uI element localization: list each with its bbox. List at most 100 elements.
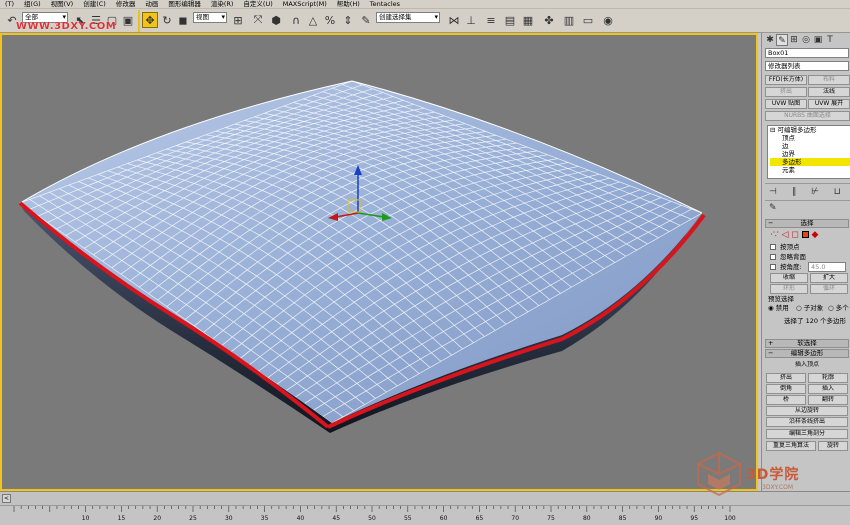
- menu-item-t[interactable]: (T): [0, 0, 19, 9]
- logo-title: 3D学院: [746, 467, 800, 483]
- percent-snap-icon[interactable]: %: [322, 12, 338, 28]
- inset-button[interactable]: 插入: [808, 384, 848, 394]
- subobject-icons[interactable]: ·∵ ◁ ◻ ◆: [770, 231, 818, 240]
- preview-disabled-label: 禁用: [775, 304, 789, 312]
- window-crossing-icon[interactable]: ▣: [120, 12, 136, 28]
- by-vertex-checkbox[interactable]: [770, 244, 776, 250]
- ring-button[interactable]: 环形: [770, 284, 808, 294]
- outline-button[interactable]: 轮廓: [808, 373, 848, 383]
- cloth-button[interactable]: 布料: [808, 75, 850, 85]
- align-icon[interactable]: ⊥: [463, 12, 479, 28]
- snap-toggle-icon[interactable]: ∩: [288, 12, 304, 28]
- display-tab-icon[interactable]: ▣: [812, 34, 824, 46]
- logo-subtitle: 3DXY.COM: [762, 484, 793, 491]
- cube-logo-icon: [697, 451, 741, 496]
- ruler-tick-label: 80: [583, 515, 591, 522]
- menu-item-maxscript[interactable]: MAXScript(M): [278, 0, 332, 9]
- pivot-center-icon[interactable]: ⊞: [230, 12, 246, 28]
- by-angle-label: 按角度:: [780, 263, 802, 271]
- menu-item-animation[interactable]: 动画: [140, 0, 163, 9]
- menu-item-create[interactable]: 创建(C): [78, 0, 111, 9]
- modifier-stack: ⊟ 可编辑多边形 顶点 边 边界 多边形 元素: [767, 125, 850, 179]
- by-angle-checkbox[interactable]: [770, 264, 776, 270]
- insert-vertex-button[interactable]: 插入顶点: [780, 361, 834, 371]
- uvw-map-button[interactable]: UVW 贴图: [765, 99, 807, 109]
- menu-item-graph-editors[interactable]: 图形编辑器: [163, 0, 206, 9]
- stack-item-editable-poly[interactable]: ⊟ 可编辑多边形: [770, 126, 817, 134]
- schematic-view-icon[interactable]: ▦: [520, 12, 536, 28]
- track-bar-ruler: 10 15 20 25 30 35 40 45 50 55 60 65 70 75 80 85 90 95 100: [13, 506, 736, 522]
- motion-tab-icon[interactable]: ◎: [800, 34, 812, 46]
- menu-item-tentacles[interactable]: Tentacles: [365, 0, 405, 9]
- spinner-snap-icon[interactable]: ⇕: [340, 12, 356, 28]
- loop-button[interactable]: 循环: [810, 284, 848, 294]
- modify-tab-icon[interactable]: ✎: [776, 34, 788, 46]
- ruler-tick-label: 90: [655, 515, 663, 522]
- extrude-modifier-button[interactable]: 挤出: [765, 87, 807, 97]
- bridge-button[interactable]: 桥: [766, 395, 806, 405]
- select-manipulate-icon[interactable]: ⤧: [250, 12, 266, 28]
- time-slider-handle[interactable]: <: [2, 494, 11, 503]
- 3dxy-logo: 3D学院 3DXY.COM: [694, 450, 834, 498]
- ruler-tick-label: 35: [261, 515, 269, 522]
- ignore-backface-checkbox[interactable]: [770, 254, 776, 260]
- stack-controls[interactable]: ⊣ ∥ ⊬ ⊔ ✎: [765, 183, 850, 213]
- soft-selection-title: 软选择: [797, 339, 817, 347]
- menu-item-rendering[interactable]: 渲染(R): [206, 0, 239, 9]
- perspective-viewport[interactable]: [0, 33, 758, 491]
- modifier-list-dropdown[interactable]: 修改器列表: [765, 61, 849, 71]
- uvw-unwrap-button[interactable]: UVW 展开: [808, 99, 850, 109]
- selection-rollout-header[interactable]: − 选择: [765, 219, 849, 228]
- render-setup-icon[interactable]: ▥: [561, 12, 577, 28]
- extrude-along-spline-button[interactable]: 沿样条线挤出: [766, 417, 848, 427]
- stack-item-polygon[interactable]: 多边形: [770, 158, 850, 166]
- rotate-icon[interactable]: ↻: [159, 12, 175, 28]
- angle-snap-icon[interactable]: △: [305, 12, 321, 28]
- stack-item-border[interactable]: 边界: [782, 150, 795, 158]
- ruler-tick-label: 55: [404, 515, 412, 522]
- menu-item-modifiers[interactable]: 修改器: [111, 0, 141, 9]
- menu-item-customize[interactable]: 自定义(U): [238, 0, 277, 9]
- ruler-tick-label: 100: [724, 515, 736, 522]
- menu-item-views[interactable]: 视图(V): [46, 0, 79, 9]
- material-editor-icon[interactable]: ✤: [541, 12, 557, 28]
- command-panel-tabs: ✱ ✎ ⊞ ◎ ▣ T: [764, 34, 836, 46]
- hierarchy-tab-icon[interactable]: ⊞: [788, 34, 800, 46]
- menu-item-help[interactable]: 帮助(H): [332, 0, 365, 9]
- bevel-button[interactable]: 倒角: [766, 384, 806, 394]
- hinge-from-edge-button[interactable]: 从边旋转: [766, 406, 848, 416]
- edit-triangulation-button[interactable]: 编辑三角剖分: [766, 429, 848, 439]
- menu-item-group[interactable]: 组(G): [19, 0, 46, 9]
- stack-item-element[interactable]: 元素: [782, 166, 795, 174]
- angle-value-spinner[interactable]: 45.0: [808, 262, 846, 272]
- flip-button[interactable]: 翻转: [808, 395, 848, 405]
- quick-render-icon[interactable]: ◉: [600, 12, 616, 28]
- track-bar[interactable]: 10 15 20 25 30 35 40 45 50 55 60 65 70 75 80 85 90 95 100: [0, 505, 850, 525]
- rendered-frame-window-icon[interactable]: ▭: [580, 12, 596, 28]
- utilities-tab-icon[interactable]: T: [824, 34, 836, 46]
- stack-item-edge[interactable]: 边: [782, 142, 789, 150]
- curve-editor-icon[interactable]: ▤: [502, 12, 518, 28]
- scale-icon[interactable]: ◼: [175, 12, 191, 28]
- layer-manager-icon[interactable]: ≡: [483, 12, 499, 28]
- normal-modifier-button[interactable]: 法线: [808, 87, 850, 97]
- soft-selection-rollout-header[interactable]: + 软选择: [765, 339, 849, 348]
- preview-multi-radio[interactable]: ○ 多个: [828, 304, 849, 312]
- stack-item-vertex[interactable]: 顶点: [782, 134, 795, 142]
- mirror-icon[interactable]: ⋈: [446, 12, 462, 28]
- keyboard-shortcut-icon[interactable]: ⬢: [268, 12, 284, 28]
- preview-disabled-radio[interactable]: ◉ 禁用: [768, 304, 789, 312]
- ffd-box-button[interactable]: FFD(长方体): [765, 75, 807, 85]
- reference-coordinate-dropdown[interactable]: 视图: [193, 12, 227, 23]
- named-selection-sets-dropdown[interactable]: 创建选择集: [376, 12, 440, 23]
- extrude-button[interactable]: 挤出: [766, 373, 806, 383]
- edit-named-selection-icon[interactable]: ✎: [358, 12, 374, 28]
- edit-polygons-rollout-header[interactable]: − 编辑多边形: [765, 349, 849, 358]
- nurbs-surface-select-button[interactable]: NURBS 曲面选择: [765, 111, 850, 121]
- grow-button[interactable]: 扩大: [810, 273, 848, 283]
- object-name-field[interactable]: Box01: [765, 48, 849, 58]
- move-icon[interactable]: ✥: [142, 12, 158, 28]
- shrink-button[interactable]: 收缩: [770, 273, 808, 283]
- create-tab-icon[interactable]: ✱: [764, 34, 776, 46]
- preview-subobject-radio[interactable]: ○ 子对象: [796, 304, 823, 312]
